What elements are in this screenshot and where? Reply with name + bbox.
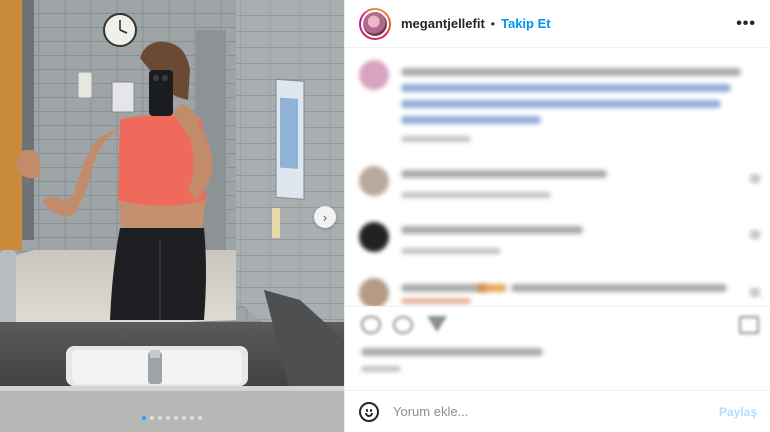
like-icon[interactable] xyxy=(361,316,381,334)
post-comment-button[interactable]: Paylaş xyxy=(719,405,757,419)
comment-text-blurred xyxy=(401,226,583,234)
share-icon[interactable] xyxy=(427,316,447,334)
comment-input[interactable] xyxy=(393,404,719,419)
carousel-dot xyxy=(182,416,186,420)
chevron-right-icon: › xyxy=(322,209,328,225)
caption-meta-blurred xyxy=(401,136,471,142)
separator-dot: • xyxy=(490,16,495,31)
bookmark-icon[interactable] xyxy=(739,316,759,334)
comment-avatar xyxy=(359,278,389,306)
caption-text-blurred xyxy=(401,68,741,76)
carousel-dot xyxy=(198,416,202,420)
comment-avatar xyxy=(359,166,389,196)
post-photo: › xyxy=(0,0,344,432)
follow-button[interactable]: Takip Et xyxy=(501,16,551,31)
carousel-dot xyxy=(166,416,170,420)
heart-icon[interactable] xyxy=(750,288,760,297)
comment-meta-blurred xyxy=(401,192,551,198)
comment-icon[interactable] xyxy=(393,316,413,334)
action-bar xyxy=(345,306,770,342)
carousel-dot xyxy=(142,416,146,420)
caption-text-blurred xyxy=(401,84,731,92)
avatar[interactable] xyxy=(359,7,391,40)
carousel-indicator xyxy=(0,416,344,420)
comment-meta-blurred xyxy=(401,248,501,254)
caption-avatar xyxy=(359,60,389,90)
caption-text-blurred xyxy=(401,100,721,108)
comment-box: Paylaş xyxy=(345,390,770,432)
heart-icon[interactable] xyxy=(750,230,760,239)
carousel-dot xyxy=(190,416,194,420)
post-header: megantjellefit • Takip Et ••• xyxy=(345,0,770,48)
comment-text-blurred xyxy=(511,284,727,292)
heart-icon[interactable] xyxy=(750,174,760,183)
carousel-dot xyxy=(174,416,178,420)
carousel-dot xyxy=(158,416,162,420)
more-options-icon[interactable]: ••• xyxy=(736,15,756,33)
comment-meta-blurred xyxy=(401,298,471,304)
avatar-image xyxy=(361,9,389,38)
comments-area xyxy=(345,48,770,306)
caption-text-blurred xyxy=(401,116,541,124)
likes-text-blurred xyxy=(361,348,543,356)
post-side-panel: megantjellefit • Takip Et ••• Yorum ekle… xyxy=(344,0,770,432)
comment-text-blurred xyxy=(401,170,607,178)
comment-avatar xyxy=(359,222,389,252)
comment-text-blurred xyxy=(401,284,487,292)
comment-emoji-blurred xyxy=(477,284,507,292)
post-date-blurred xyxy=(361,366,401,372)
carousel-dot xyxy=(150,416,154,420)
emoji-icon[interactable] xyxy=(359,401,379,422)
mirror-selfie-image xyxy=(0,0,344,432)
next-slide-button[interactable]: › xyxy=(314,206,336,228)
username-link[interactable]: megantjellefit xyxy=(401,16,485,31)
